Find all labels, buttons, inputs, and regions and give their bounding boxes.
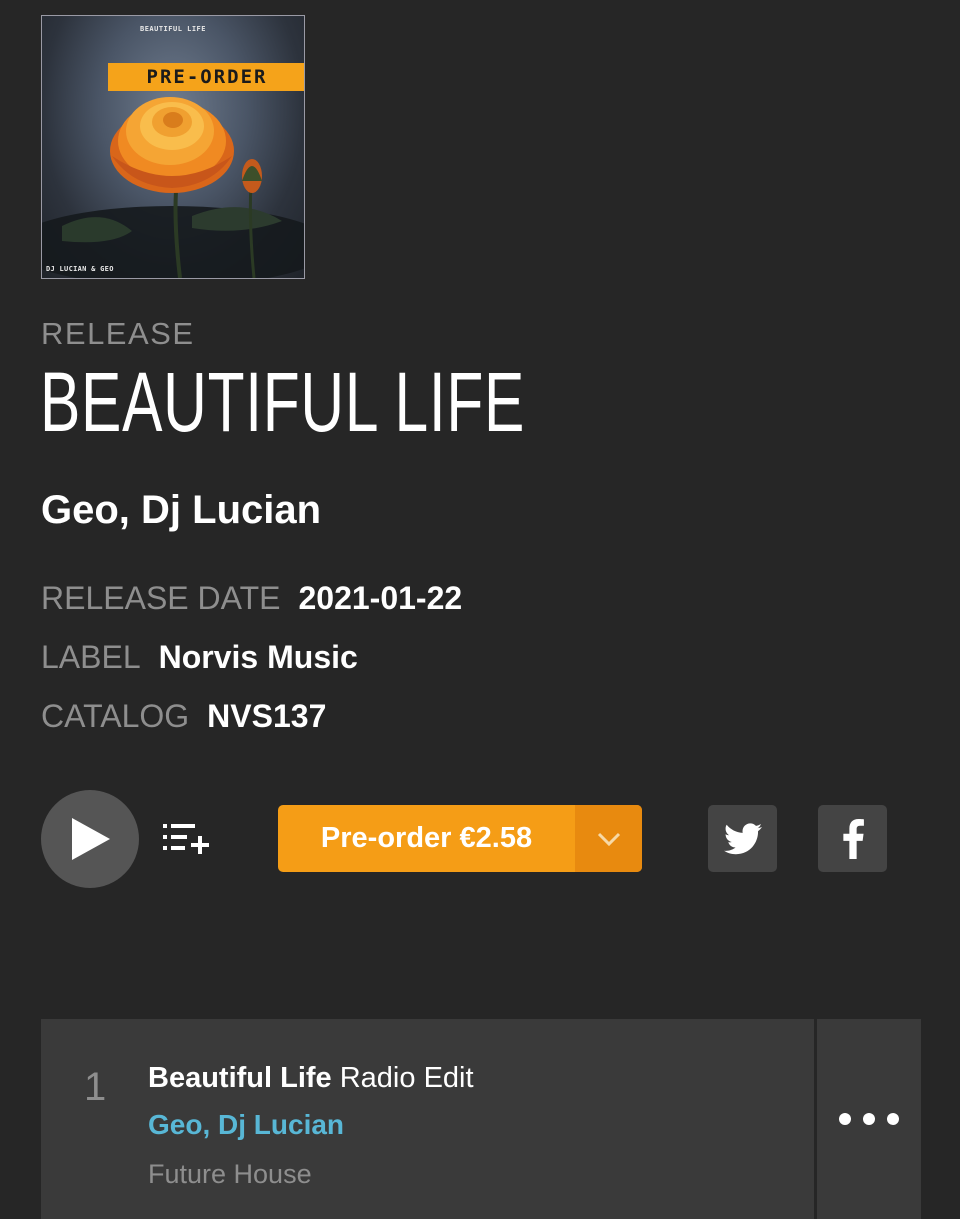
track-row[interactable]: 1 Beautiful Life Radio Edit Geo, Dj Luci… — [41, 1019, 814, 1219]
chevron-down-icon — [597, 832, 620, 846]
add-to-queue-icon[interactable] — [161, 820, 211, 858]
buy-options-dropdown[interactable] — [575, 805, 642, 872]
catalog-row: CATALOG NVS137 — [41, 698, 326, 735]
pre-order-label: Pre-order €2.58 — [320, 822, 533, 854]
facebook-share-button[interactable] — [818, 805, 887, 872]
track-title[interactable]: Beautiful Life Radio Edit — [148, 1062, 474, 1095]
label-value-link[interactable]: Norvis Music — [159, 639, 358, 675]
facebook-icon — [842, 818, 864, 859]
track-genre-link[interactable]: Future House — [148, 1159, 312, 1190]
label-row: LABEL Norvis Music — [41, 639, 358, 676]
more-icon — [839, 1113, 899, 1125]
cover-artist-text: DJ LUCIAN & GEO — [46, 265, 114, 273]
cover-pre-order-badge: PRE-ORDER — [108, 63, 304, 91]
rose-artwork — [42, 97, 304, 278]
release-date-row: RELEASE DATE 2021-01-22 — [41, 580, 462, 617]
track-artists-link[interactable]: Geo, Dj Lucian — [148, 1109, 344, 1141]
pre-order-button[interactable]: Pre-order €2.58 — [278, 805, 642, 872]
track-mix: Radio Edit — [339, 1062, 474, 1094]
release-cover-art[interactable]: BEAUTIFUL LIFE PRE-ORDER DJ LUCIAN & GEO — [41, 15, 305, 279]
label-key: LABEL — [41, 639, 141, 675]
release-date-key: RELEASE DATE — [41, 580, 281, 616]
catalog-key: CATALOG — [41, 698, 190, 734]
twitter-share-button[interactable] — [708, 805, 777, 872]
release-title: BEAUTIFUL LIFE — [40, 355, 526, 449]
track-number: 1 — [84, 1065, 107, 1109]
play-icon — [72, 818, 110, 860]
twitter-icon — [723, 822, 762, 854]
cover-title-text: BEAUTIFUL LIFE — [139, 25, 206, 33]
release-date-value: 2021-01-22 — [298, 580, 463, 616]
release-artists-link[interactable]: Geo, Dj Lucian — [41, 488, 321, 533]
release-kind-label: RELEASE — [41, 316, 195, 351]
track-more-button[interactable] — [817, 1019, 921, 1219]
catalog-value: NVS137 — [207, 698, 327, 734]
track-name: Beautiful Life — [148, 1062, 332, 1094]
play-button[interactable] — [41, 790, 139, 888]
